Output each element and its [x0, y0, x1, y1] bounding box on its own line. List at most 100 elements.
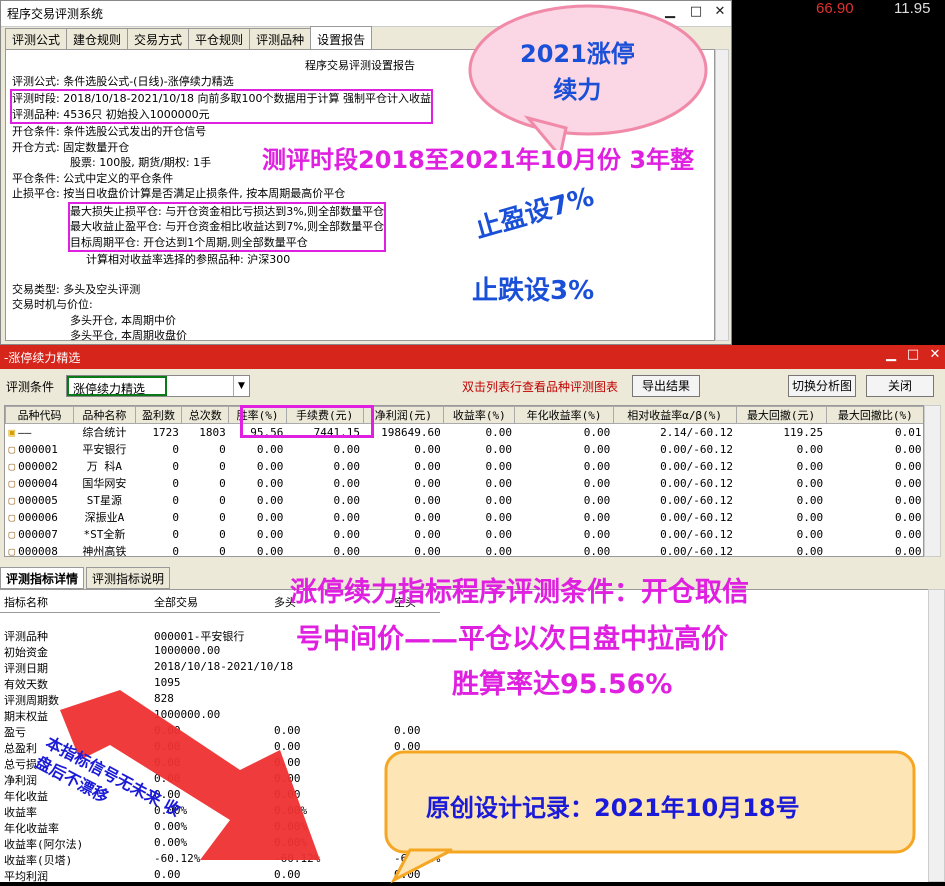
- table-cell: 0.00: [583, 425, 611, 439]
- close-button[interactable]: 关闭: [866, 375, 934, 397]
- table-cell: 2.14/-60.12: [660, 425, 733, 439]
- condition-annotation-1: 涨停续力指标程序评测条件：开仓取信: [290, 577, 749, 608]
- symbol-code: 000002: [18, 459, 58, 473]
- tab-close-rule[interactable]: 平仓规则: [188, 28, 251, 49]
- table-row[interactable]: ▢ 000001 平安银行 0 0 0.00 0.00 0.00 0.00 0.00 0.00/-6…: [6, 441, 924, 458]
- table-cell: 0.00: [333, 442, 361, 456]
- table-row[interactable]: ▢ 000004 国华网安 0 0 0.00 0.00 0.00 0.00 0.00 0.00/-6…: [6, 475, 924, 492]
- table-cell: 0: [172, 493, 179, 507]
- maximize-icon[interactable]: □: [902, 347, 924, 365]
- table-cell: 0.00: [256, 510, 284, 524]
- export-button[interactable]: 导出结果: [632, 375, 700, 397]
- table-cell: 平安银行: [82, 443, 127, 456]
- symbol-code: 000005: [18, 493, 58, 507]
- table-cell: 0.00: [256, 544, 284, 557]
- column-header[interactable]: 年化收益率(%): [514, 406, 614, 424]
- table-cell: 0.00: [895, 493, 922, 507]
- detail-scrollbar[interactable]: [928, 589, 945, 882]
- table-cell: 0.00: [333, 493, 361, 507]
- table-cell: 0.00: [485, 476, 512, 490]
- tab-formula[interactable]: 评测公式: [5, 28, 68, 49]
- table-cell: 0.00/-60.12: [660, 544, 733, 557]
- table-cell: 0.00: [583, 459, 611, 473]
- column-header[interactable]: 品种代码: [5, 406, 75, 424]
- tab-settings-report[interactable]: 设置报告: [310, 26, 373, 49]
- table-row[interactable]: ▢ 000008 神州高铁 0 0 0.00 0.00 0.00 0.00 0.00 0.00/-6…: [6, 543, 924, 557]
- table-cell: 0.00/-60.12: [660, 493, 733, 507]
- condition-select[interactable]: 涨停续力精选 ▼: [66, 375, 250, 397]
- column-header[interactable]: 收益率(%): [443, 406, 516, 424]
- table-cell: 0.00: [796, 544, 824, 557]
- table-cell: 0: [219, 510, 226, 524]
- stock-icon: ▢: [8, 442, 16, 456]
- detail-cell: 评测日期: [4, 662, 48, 675]
- table-cell: 0.00: [414, 459, 441, 473]
- tab-build-rule[interactable]: 建仓规则: [66, 28, 129, 49]
- table-cell: 1723: [152, 425, 179, 439]
- report-line: 多头开仓, 本周期中价: [70, 313, 176, 327]
- chevron-down-icon[interactable]: ▼: [233, 376, 249, 396]
- table-cell: 0.00: [583, 442, 611, 456]
- table-cell: ▢ 000008: [6, 543, 74, 557]
- table-cell: 0.00: [414, 544, 441, 557]
- table-scrollbar[interactable]: [924, 405, 941, 557]
- table-cell: 0.00: [256, 476, 284, 490]
- condition-value: 涨停续力精选: [67, 376, 167, 396]
- symbol-code: 000006: [18, 510, 58, 524]
- table-cell: 国华网安: [82, 477, 127, 490]
- table-row[interactable]: ▢ 000006 深振业A 0 0 0.00 0.00 0.00 0.00 0.00 0.00/-6…: [6, 509, 924, 526]
- tab-trade-mode[interactable]: 交易方式: [127, 28, 190, 49]
- table-cell: 0: [172, 544, 179, 557]
- column-header[interactable]: 盈利数: [134, 406, 183, 424]
- report-line: 最大损失止损平仓: 与开仓资金相比亏损达到3%,则全部数量平仓: [70, 204, 385, 218]
- close-icon[interactable]: ✕: [924, 347, 945, 365]
- detail-cell: 000001-平安银行: [154, 630, 245, 643]
- record-annotation: 原创设计记录：2021年10月18号: [426, 794, 800, 822]
- column-header[interactable]: 最大回撤(元): [735, 406, 827, 424]
- detail-column-header: 全部交易: [154, 596, 198, 609]
- table-row[interactable]: ▢ 000005 ST星源 0 0 0.00 0.00 0.00 0.00 0.00 0.00/-6…: [6, 492, 924, 509]
- table-cell: 0: [219, 527, 226, 541]
- detail-tabs: 评测指标详情 评测指标说明: [0, 567, 172, 589]
- divider: [0, 612, 440, 613]
- table-cell: 0.00: [485, 459, 512, 473]
- table-cell: 0.00: [583, 544, 611, 557]
- table-cell: 0.00: [796, 527, 824, 541]
- table-row[interactable]: ▢ 000002 万 科A 0 0 0.00 0.00 0.00 0.00 0.00 0.00/-6…: [6, 458, 924, 475]
- column-header[interactable]: 最大回撤比(%): [825, 406, 923, 424]
- column-header[interactable]: 总次数: [181, 406, 230, 424]
- table-cell: 198649.60: [381, 425, 441, 439]
- report-line: 交易时机与价位:: [12, 298, 93, 311]
- detail-cell: 评测品种: [4, 630, 48, 643]
- table-cell: *ST全新: [83, 528, 126, 541]
- table-cell: 0: [219, 442, 226, 456]
- tab-test-symbols[interactable]: 评测品种: [249, 28, 312, 49]
- detail-cell: 平均利润: [4, 870, 48, 882]
- tab-indicator-detail[interactable]: 评测指标详情: [0, 567, 85, 589]
- highlight-box-winrate: [240, 405, 374, 438]
- table-row[interactable]: ▣ —— 综合统计 1723 1803 95.56 7441.15 198649.60 0.00…: [6, 424, 924, 441]
- table-cell: 0.00: [414, 442, 441, 456]
- report-line: 计算相对收益率选择的参照品种: 沪深300: [86, 253, 291, 266]
- table-row[interactable]: ▢ 000007 *ST全新 0 0 0.00 0.00 0.00 0.00 0.00 0.00/-…: [6, 526, 924, 543]
- bubble-text: 2021涨停 续力: [520, 40, 635, 104]
- tab-indicator-explain[interactable]: 评测指标说明: [86, 567, 171, 589]
- table-cell: 0.00: [414, 493, 441, 507]
- ticker-price-b: 11.95: [894, 0, 931, 17]
- column-header[interactable]: 净利润(元): [362, 406, 445, 424]
- minimize-icon[interactable]: ▁: [880, 347, 902, 365]
- report-line: 最大收益止盈平仓: 与开仓资金相比收益达到7%,则全部数量平仓: [70, 220, 385, 233]
- report-line: 止损平仓: 按当日收盘价计算是否满足止损条件, 按本周期最高价平仓: [12, 187, 346, 200]
- table-cell: 0.00: [895, 442, 922, 456]
- table-cell: 0: [219, 476, 226, 490]
- table-cell: 0.01: [895, 425, 922, 439]
- column-header[interactable]: 相对收益率α/β(%): [612, 406, 737, 424]
- table-cell: 0.00: [895, 510, 922, 524]
- table-cell: 0.00: [256, 442, 284, 456]
- switch-chart-button[interactable]: 切换分析图: [788, 375, 856, 397]
- ticker-price-a: 66.90: [816, 0, 854, 17]
- table-cell: 0: [172, 476, 179, 490]
- table-cell: 0.00: [796, 459, 824, 473]
- stock-icon: ▢: [8, 459, 16, 473]
- column-header[interactable]: 品种名称: [73, 406, 136, 424]
